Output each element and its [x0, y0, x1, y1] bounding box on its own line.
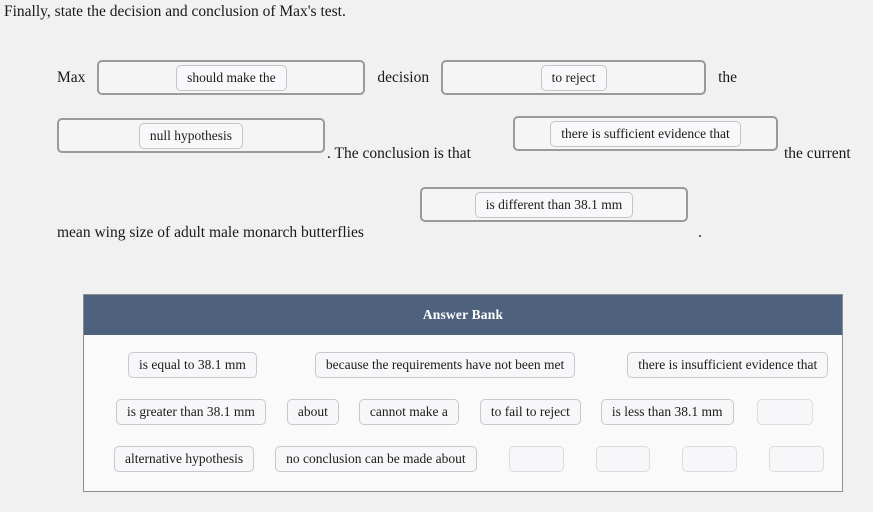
answer-tile[interactable]: is greater than 38.1 mm — [116, 399, 266, 425]
answer-bank-row: is greater than 38.1 mm about cannot mak… — [84, 394, 842, 430]
answer-tile[interactable]: is less than 38.1 mm — [600, 399, 734, 425]
answer-tile-empty[interactable] — [769, 446, 824, 472]
answer-tile-empty[interactable] — [756, 399, 813, 425]
sentence-line-2-mid: . The conclusion is that — [327, 144, 471, 164]
answer-tile-empty[interactable] — [682, 446, 738, 472]
placed-tile-null-hypothesis[interactable]: null hypothesis — [138, 122, 244, 149]
sentence-line-3-period: . — [698, 223, 702, 243]
answer-tile[interactable]: because the requirements have not been m… — [314, 352, 576, 378]
dropzone-hypothesis[interactable]: null hypothesis — [57, 118, 325, 153]
sentence-line-3-text: mean wing size of adult male monarch but… — [57, 223, 364, 243]
placed-tile-to-reject[interactable]: to reject — [540, 64, 607, 91]
answer-tile-empty[interactable] — [595, 446, 651, 472]
line1-tail-text: the — [718, 68, 738, 86]
answer-tile-empty[interactable] — [508, 446, 564, 472]
answer-tile[interactable]: cannot make a — [358, 399, 459, 425]
answer-tile[interactable]: no conclusion can be made about — [275, 446, 477, 472]
answer-tile[interactable]: to fail to reject — [479, 399, 581, 425]
dropzone-decision-modal[interactable]: should make the — [97, 60, 366, 95]
sentence-line-2-slot: there is sufficient evidence that — [513, 116, 778, 151]
placed-tile-is-different-than[interactable]: is different than 38.1 mm — [474, 191, 634, 218]
placed-tile-sufficient-evidence[interactable]: there is sufficient evidence that — [550, 120, 741, 147]
sentence-line-1: Max should make the decision to reject t… — [57, 60, 737, 95]
line3-lead-text: mean wing size of adult male monarch but… — [57, 224, 364, 241]
dropzone-evidence[interactable]: there is sufficient evidence that — [513, 116, 778, 151]
sentence-line-3-slot: is different than 38.1 mm — [420, 187, 688, 222]
dropzone-decision-action[interactable]: to reject — [441, 60, 707, 95]
answer-bank-panel: Answer Bank is equal to 38.1 mm because … — [83, 294, 843, 492]
answer-bank-row: is equal to 38.1 mm because the requirem… — [84, 347, 842, 383]
placed-tile-should-make-the[interactable]: should make the — [176, 64, 287, 91]
line2-mid-text: . The conclusion is that — [327, 145, 471, 162]
line2-tail-text: the current — [784, 145, 851, 162]
answer-bank-body: is equal to 38.1 mm because the requirem… — [84, 335, 842, 491]
sentence-line-2: null hypothesis — [57, 118, 325, 153]
line3-period-text: . — [698, 224, 702, 241]
answer-tile[interactable]: is equal to 38.1 mm — [128, 352, 257, 378]
page-title: Finally, state the decision and conclusi… — [4, 3, 346, 20]
line1-mid-text: decision — [377, 68, 430, 86]
dropzone-comparison[interactable]: is different than 38.1 mm — [420, 187, 688, 222]
answer-tile[interactable]: alternative hypothesis — [114, 446, 255, 472]
answer-tile[interactable]: about — [286, 399, 339, 425]
answer-bank-title: Answer Bank — [84, 295, 842, 335]
line1-lead-text: Max — [57, 68, 86, 86]
answer-tile[interactable]: there is insufficient evidence that — [627, 352, 829, 378]
sentence-line-2-tail: the current — [784, 144, 851, 164]
answer-bank-row: alternative hypothesis no conclusion can… — [84, 441, 842, 477]
